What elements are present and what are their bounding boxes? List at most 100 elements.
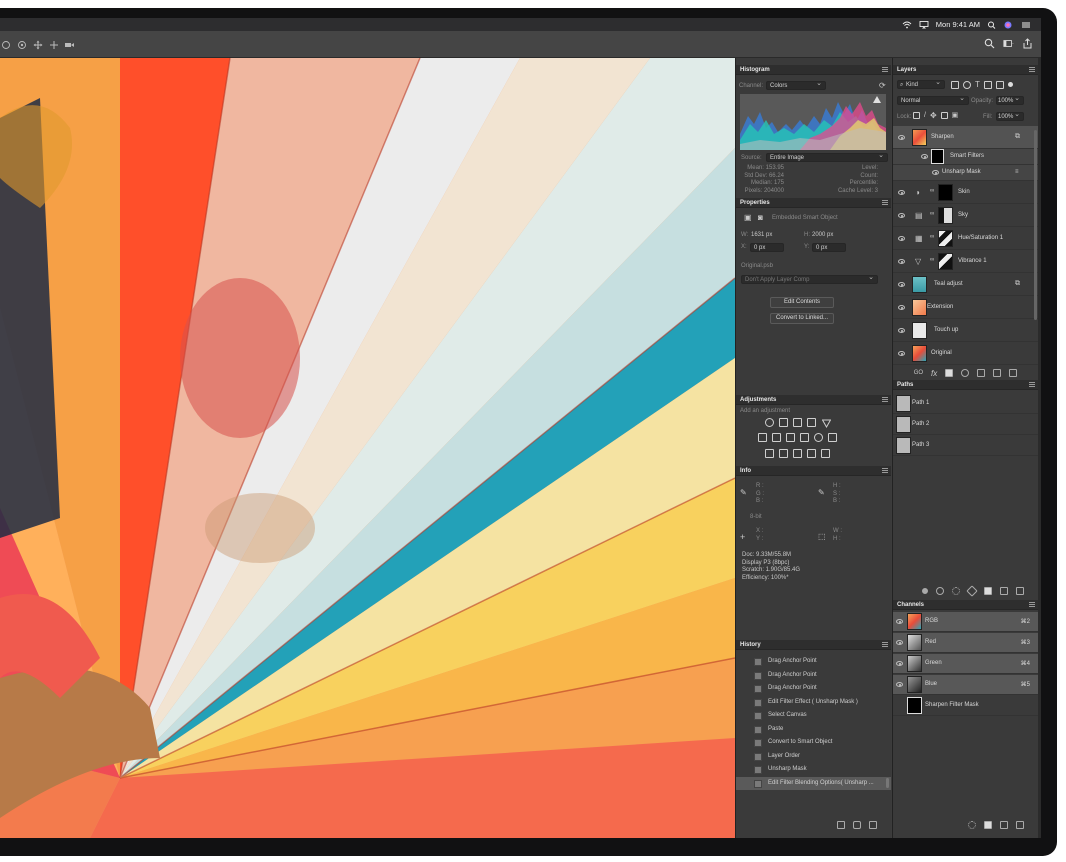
trash-icon[interactable] xyxy=(1016,587,1024,595)
load-channel-as-selection-icon[interactable] xyxy=(968,821,976,829)
lock-transparent-icon[interactable] xyxy=(913,112,920,119)
save-selection-as-channel-icon[interactable] xyxy=(984,821,992,829)
visibility-eye-icon[interactable] xyxy=(898,282,905,287)
layer-row-teal-adjust[interactable]: Teal adjust ⧉ xyxy=(893,273,1038,296)
new-adjustment-layer-icon[interactable] xyxy=(961,369,970,377)
channel-mixer-icon[interactable] xyxy=(814,433,823,442)
fill-input[interactable]: 100% xyxy=(996,111,1024,121)
visibility-eye-icon[interactable] xyxy=(896,682,903,687)
mask-icon[interactable]: ◙ xyxy=(758,213,763,222)
layer-row-skin[interactable]: ◑ ∞ Skin xyxy=(893,181,1038,204)
properties-panel-header[interactable]: Properties xyxy=(736,198,891,208)
load-as-selection-icon[interactable] xyxy=(952,587,960,595)
drag-3d-icon[interactable] xyxy=(32,39,43,50)
color-balance-icon[interactable] xyxy=(772,433,781,442)
new-path-icon[interactable] xyxy=(1000,587,1008,595)
history-item[interactable]: Convert to Smart Object xyxy=(736,736,891,750)
history-panel-header[interactable]: History xyxy=(736,640,891,650)
width-value[interactable]: 1631 px xyxy=(751,232,772,238)
history-item[interactable]: Drag Anchor Point xyxy=(736,669,891,683)
layer-style-fx-icon[interactable]: fx xyxy=(931,369,937,378)
panel-menu-icon[interactable] xyxy=(882,468,888,473)
layer-row-sharpen[interactable]: Sharpen ⧉ xyxy=(893,126,1038,149)
video-camera-icon[interactable] xyxy=(64,39,75,50)
stroke-path-icon[interactable] xyxy=(936,587,944,595)
layer-row-touch-up[interactable]: Touch up xyxy=(893,319,1038,342)
history-item-selected[interactable]: Edit Filter Blending Options( Unsharp ..… xyxy=(736,776,891,790)
link-layers-icon[interactable]: GO xyxy=(914,370,923,376)
add-mask-icon[interactable] xyxy=(945,369,954,377)
convert-to-linked-button[interactable]: Convert to Linked... xyxy=(770,313,834,324)
chain-link-icon[interactable]: ∞ xyxy=(930,188,934,194)
posterize-icon[interactable] xyxy=(779,449,788,458)
exposure-icon[interactable] xyxy=(807,418,816,427)
channel-row-red[interactable]: Red ⌘3 xyxy=(893,633,1038,653)
blend-mode-select[interactable]: Normal xyxy=(897,95,969,105)
source-select[interactable]: Entire Image xyxy=(766,152,888,162)
path-row[interactable]: Path 2 xyxy=(893,414,1038,435)
visibility-eye-icon[interactable] xyxy=(896,619,903,624)
channel-row-rgb[interactable]: RGB ⌘2 xyxy=(893,612,1038,632)
history-scrollbar[interactable] xyxy=(886,778,889,788)
panel-menu-icon[interactable] xyxy=(882,200,888,205)
unsharp-mask-row[interactable]: Unsharp Mask ≡ xyxy=(893,165,1038,181)
visibility-eye-icon[interactable] xyxy=(898,305,905,310)
lock-all-icon[interactable]: ▣ xyxy=(952,112,959,119)
lock-image-brush-icon[interactable]: / xyxy=(924,112,926,119)
x-input[interactable]: 0 px xyxy=(750,243,784,252)
document-canvas[interactable] xyxy=(0,58,735,838)
smart-filters-row[interactable]: Smart Filters xyxy=(893,149,1038,165)
visibility-eye-icon[interactable] xyxy=(898,190,905,195)
gradient-map-icon[interactable] xyxy=(821,449,830,458)
channel-row-green[interactable]: Green ⌘4 xyxy=(893,654,1038,674)
history-item[interactable]: Drag Anchor Point xyxy=(736,655,891,669)
panel-menu-icon[interactable] xyxy=(1029,382,1035,387)
edit-contents-button[interactable]: Edit Contents xyxy=(770,297,834,308)
visibility-eye-icon[interactable] xyxy=(898,351,905,356)
smart-object-filter-icon[interactable] xyxy=(995,81,1004,89)
selective-color-icon[interactable] xyxy=(807,449,816,458)
rotate-3d-icon[interactable] xyxy=(0,39,11,50)
curves-icon[interactable] xyxy=(793,418,802,427)
visibility-eye-icon[interactable] xyxy=(898,259,905,264)
chain-link-icon[interactable]: ∞ xyxy=(930,257,934,263)
visibility-eye-icon[interactable] xyxy=(921,154,928,159)
panel-menu-icon[interactable] xyxy=(1029,602,1035,607)
make-work-path-icon[interactable] xyxy=(966,585,978,597)
eyedropper-icon[interactable]: ✎ xyxy=(818,488,825,497)
history-item[interactable]: Select Canvas xyxy=(736,709,891,723)
layer-row-extension[interactable]: Extension xyxy=(893,296,1038,319)
panel-menu-icon[interactable] xyxy=(882,397,888,402)
trash-icon[interactable] xyxy=(1016,821,1024,829)
visibility-eye-icon[interactable] xyxy=(896,640,903,645)
color-lookup-icon[interactable] xyxy=(828,433,837,442)
channels-panel-header[interactable]: Channels xyxy=(893,600,1038,610)
history-item[interactable]: Unsharp Mask xyxy=(736,763,891,777)
new-layer-icon[interactable] xyxy=(993,369,1002,377)
hue-saturation-icon[interactable] xyxy=(758,433,767,442)
channel-select[interactable]: Colors xyxy=(766,80,826,90)
visibility-eye-icon[interactable] xyxy=(896,661,903,666)
layer-row-vibrance[interactable]: ▽ ∞ Vibrance 1 xyxy=(893,250,1038,273)
levels-icon[interactable] xyxy=(779,418,788,427)
layer-filter-select[interactable]: ⌕ Kind xyxy=(897,79,945,89)
paths-panel-header[interactable]: Paths xyxy=(893,380,1038,390)
history-item[interactable]: Paste xyxy=(736,723,891,737)
visibility-eye-icon[interactable] xyxy=(932,170,939,175)
add-mask-icon[interactable] xyxy=(984,587,992,595)
path-row[interactable]: Path 3 xyxy=(893,435,1038,456)
info-panel-header[interactable]: Info xyxy=(736,466,891,476)
visibility-eye-icon[interactable] xyxy=(898,236,905,241)
invert-icon[interactable] xyxy=(765,449,774,458)
channel-row-sharpen-filter-mask[interactable]: Sharpen Filter Mask xyxy=(893,696,1038,716)
layers-scrollbar[interactable] xyxy=(1034,130,1037,320)
filter-blending-options-icon[interactable]: ≡ xyxy=(1015,169,1019,175)
histogram-panel-header[interactable]: Histogram xyxy=(736,65,891,75)
visibility-eye-icon[interactable] xyxy=(898,328,905,333)
adjustments-panel-header[interactable]: Adjustments xyxy=(736,395,891,405)
channel-row-blue[interactable]: Blue ⌘5 xyxy=(893,675,1038,695)
new-group-folder-icon[interactable] xyxy=(977,369,986,377)
wifi-icon[interactable] xyxy=(902,21,912,29)
new-channel-icon[interactable] xyxy=(1000,821,1008,829)
trash-icon[interactable] xyxy=(1009,369,1018,377)
